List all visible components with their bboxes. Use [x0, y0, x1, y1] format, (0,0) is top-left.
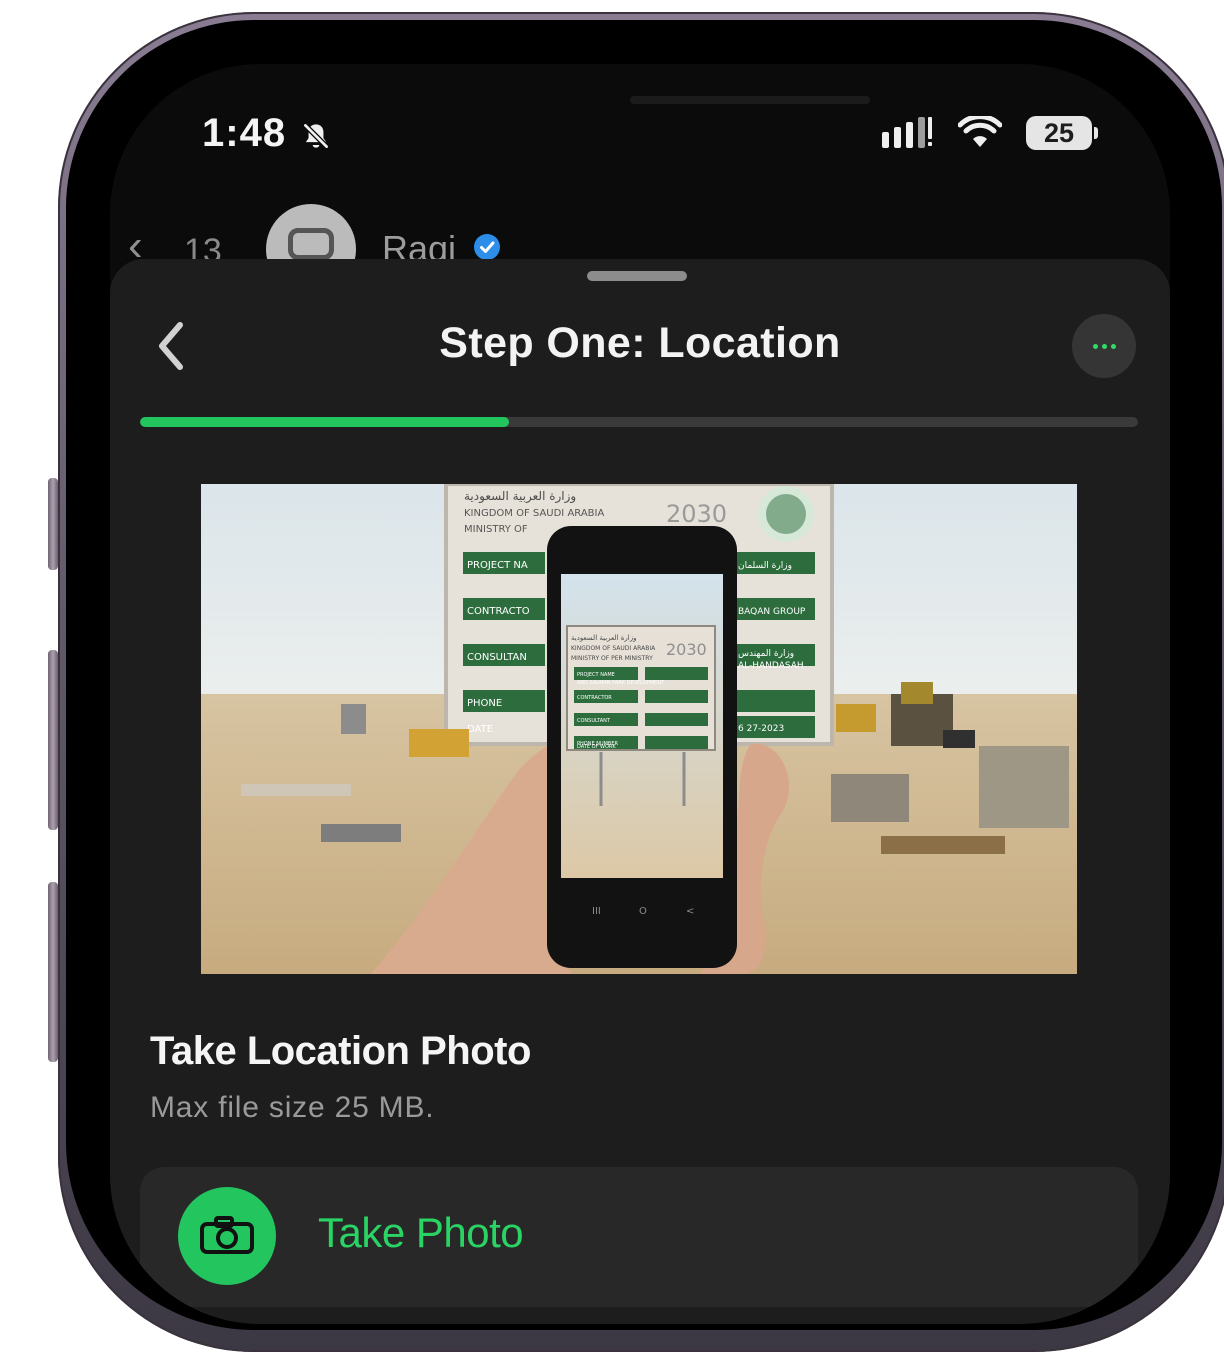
photo-section-title: Take Location Photo	[150, 1029, 531, 1073]
top-strip	[630, 96, 870, 104]
hero-image: وزارة العربية السعودية KINGDOM OF SAUDI …	[201, 484, 1077, 974]
sign-contractor: CONTRACTO	[467, 606, 530, 617]
battery-icon: 25	[1026, 116, 1098, 150]
phone-screen-park: AND SALMAN PARK DEVELOPMENT	[577, 680, 665, 686]
svg-text:III: III	[592, 906, 601, 917]
phone-screen-2030: 2030	[666, 640, 707, 659]
take-photo-button[interactable]: Take Photo	[140, 1167, 1138, 1307]
ellipsis-dot	[1101, 343, 1107, 349]
svg-text:O: O	[639, 906, 647, 917]
volume-up-button	[48, 650, 58, 830]
avatar-inner-icon	[288, 228, 334, 260]
sign-right-handasah: AL-HANDASAH	[738, 661, 804, 671]
sign-right-group: BAQAN GROUP	[738, 607, 806, 617]
ellipsis-dot	[1110, 343, 1116, 349]
sign-text-2030: 2030	[666, 500, 727, 528]
screen: 1:48 25 ‹ 13 Raqi Step One: Location وزا…	[110, 64, 1170, 1324]
sign-right-date: 6 27-2023	[738, 724, 784, 734]
status-right-group: 25	[880, 114, 1098, 152]
sign-phone: PHONE	[467, 698, 502, 709]
signal-icon	[882, 117, 932, 148]
verified-badge-icon	[474, 234, 500, 260]
phone-screen-contractor: CONTRACTOR	[577, 695, 612, 701]
progress-fill	[140, 417, 510, 427]
battery-level: 25	[1043, 117, 1075, 148]
camera-button-circle[interactable]	[178, 1187, 276, 1285]
sign-text-arabic: وزارة العربية السعودية	[464, 489, 576, 504]
photo-section-subtitle: Max file size 25 MB.	[150, 1091, 435, 1124]
phone-screen-date-of-work: DATE OF WORK	[577, 744, 616, 750]
phone-screen-kingdom: KINGDOM OF SAUDI ARABIA	[571, 645, 656, 652]
phone-screen-arabic: وزارة العربية السعودية	[571, 634, 636, 642]
ellipsis-dot	[1092, 343, 1098, 349]
progress-track	[140, 417, 1138, 427]
chevron-left-icon[interactable]: ‹	[128, 224, 143, 265]
avatar-icon[interactable]	[266, 204, 356, 264]
sign-date: DATE	[467, 724, 493, 735]
volume-down-button	[48, 882, 58, 1062]
sign-consultant: CONSULTAN	[467, 652, 527, 663]
svg-text:<: <	[686, 906, 694, 917]
chat-header-peek[interactable]: ‹ 13 Raqi	[110, 194, 1170, 264]
phone-screen-consultant: CONSULTANT	[577, 718, 611, 724]
construction-site-illustration: وزارة العربية السعودية KINGDOM OF SAUDI …	[201, 484, 1077, 974]
phone-screen-ministry: MINISTRY OF PER MINISTRY	[571, 655, 653, 662]
bell-slash-icon	[302, 122, 330, 150]
sheet-grabber[interactable]	[587, 271, 687, 281]
sign-right-arabic-2: وزارة المهندس	[738, 649, 794, 659]
page-title: Step One: Location	[439, 319, 841, 367]
sign-project-name: PROJECT NA	[467, 560, 528, 571]
bottom-sheet: Step One: Location وزارة العربية السعودي…	[110, 259, 1170, 1324]
camera-icon	[200, 1216, 254, 1254]
phone-screen-project-name: PROJECT NAME	[577, 672, 615, 678]
sign-text-ministry: MINISTRY OF	[464, 524, 528, 535]
sign-right-arabic-1: وزارة السلمان	[738, 561, 792, 571]
more-options-button[interactable]	[1072, 314, 1136, 378]
wifi-icon	[958, 116, 1002, 147]
take-photo-label: Take Photo	[318, 1209, 524, 1256]
silent-switch	[48, 478, 58, 570]
sign-text-kingdom: KINGDOM OF SAUDI ARABIA	[464, 508, 604, 519]
status-time: 1:48	[202, 111, 287, 155]
